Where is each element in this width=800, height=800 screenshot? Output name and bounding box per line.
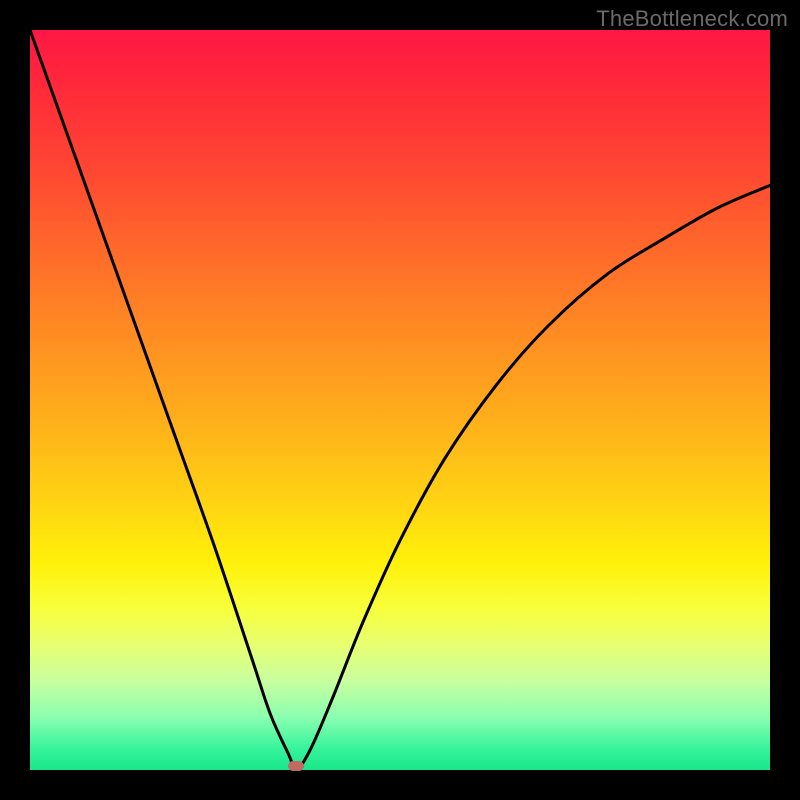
curve-svg bbox=[30, 30, 770, 770]
plot-area bbox=[30, 30, 770, 770]
bottleneck-curve bbox=[30, 30, 770, 770]
watermark-text: TheBottleneck.com bbox=[596, 6, 788, 32]
chart-frame: TheBottleneck.com bbox=[0, 0, 800, 800]
optimal-marker bbox=[288, 761, 304, 771]
